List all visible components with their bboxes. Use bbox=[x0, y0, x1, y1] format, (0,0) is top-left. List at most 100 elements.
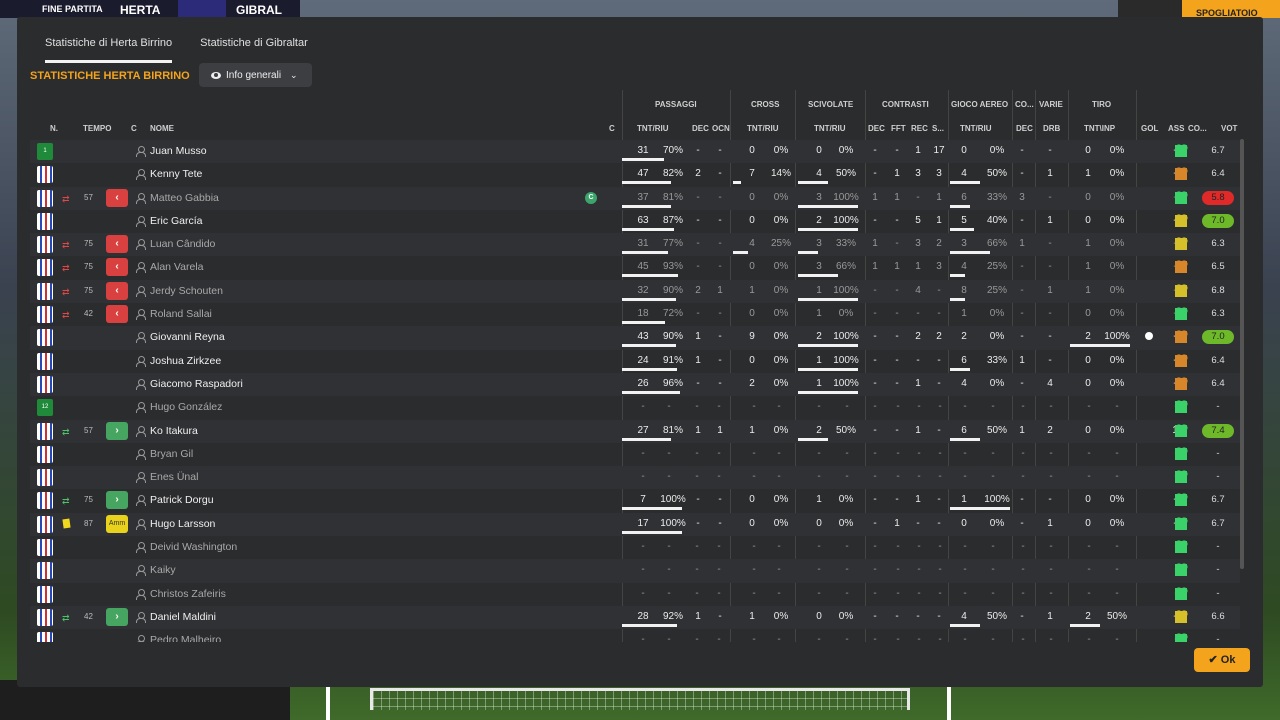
chevron-left-icon[interactable]: ‹ bbox=[106, 235, 128, 254]
tab-away-stats[interactable]: Statistiche di Gibraltar bbox=[200, 37, 308, 63]
player-name[interactable]: Kaiky bbox=[150, 564, 176, 576]
tackle-s: 2 bbox=[936, 331, 942, 343]
table-row[interactable]: Kaiky-------------------- bbox=[30, 559, 1240, 583]
chevron-left-icon[interactable]: ‹ bbox=[106, 188, 128, 207]
sub-minute: 57 bbox=[84, 192, 93, 202]
pass-ocn: - bbox=[718, 168, 722, 180]
chevron-right-icon[interactable]: › bbox=[106, 607, 128, 626]
player-rows: 1Juan Musso3170%--00%00%--11700%--00%-6.… bbox=[30, 140, 1240, 642]
table-row[interactable]: Enes Ünal-------------------- bbox=[30, 466, 1240, 490]
player-name[interactable]: Enes Ünal bbox=[150, 471, 198, 483]
player-name[interactable]: Daniel Maldini bbox=[150, 611, 216, 623]
chevron-left-icon[interactable]: ‹ bbox=[106, 305, 128, 324]
stat-empty: - bbox=[641, 587, 645, 599]
column-header[interactable]: TNT/RIU bbox=[960, 124, 992, 133]
table-row[interactable]: ⇄ 75 ‹ Alan Varela 45 93% - - 0 0% 3 66% 1 1 1 3 4 25% - - 1… bbox=[30, 256, 1240, 279]
match-status: FINE PARTITA bbox=[42, 4, 103, 14]
player-name[interactable]: Giacomo Raspadori bbox=[150, 378, 243, 390]
column-header[interactable]: DRB bbox=[1043, 124, 1060, 133]
column-header[interactable]: ASS bbox=[1168, 124, 1184, 133]
table-row[interactable]: Kenny Tete4782%2-714%450%-133450%-110%-6… bbox=[30, 163, 1240, 186]
table-row[interactable]: ⇄ 42 › Daniel Maldini 28 92% 1 - 1 0% 0 0% - - - - 4 50% -… bbox=[30, 605, 1240, 630]
column-header[interactable]: C bbox=[609, 124, 615, 133]
tab-home-stats[interactable]: Statistiche di Herta Birrino bbox=[45, 37, 173, 63]
top-right-controls[interactable] bbox=[1118, 0, 1182, 18]
stat-percent: 33% bbox=[986, 354, 1007, 366]
stat-empty: - bbox=[667, 587, 671, 599]
player-name[interactable]: Giovanni Reyna bbox=[150, 331, 225, 343]
chevron-left-icon[interactable]: ‹ bbox=[106, 258, 128, 277]
table-row[interactable]: Bryan Gil-------------------- bbox=[30, 443, 1240, 466]
table-row[interactable]: Eric García6387%--00%2100%--51540%-100%-… bbox=[30, 210, 1240, 233]
column-header[interactable]: FFT bbox=[891, 124, 906, 133]
table-row[interactable]: Joshua Zirkzee 24 91% 1 - 0 0% 1 100% - - - - 6 33% 1 - 0… bbox=[30, 350, 1240, 373]
person-icon bbox=[136, 262, 146, 274]
column-header[interactable]: CO... bbox=[1188, 124, 1207, 133]
chevron-right-icon[interactable]: › bbox=[106, 421, 128, 440]
table-row[interactable]: Christos Zafeiris-------------------- bbox=[30, 583, 1240, 606]
column-header[interactable]: DEC bbox=[1016, 124, 1033, 133]
column-header[interactable]: N. bbox=[50, 124, 58, 133]
ok-button[interactable]: ✔ Ok bbox=[1194, 648, 1250, 672]
player-name[interactable]: Eric García bbox=[150, 215, 203, 227]
tackle-rec: 1 bbox=[915, 261, 921, 273]
player-name[interactable]: Alan Varela bbox=[150, 261, 204, 273]
stat-empty: - bbox=[896, 447, 900, 459]
pass-ocn: - bbox=[718, 354, 722, 366]
column-header[interactable]: C bbox=[131, 124, 137, 133]
table-row[interactable]: 1Juan Musso3170%--00%00%--11700%--00%-6.… bbox=[30, 140, 1240, 164]
player-name[interactable]: Ko Itakura bbox=[150, 425, 198, 437]
column-header[interactable]: TNT/RIU bbox=[814, 124, 846, 133]
column-header[interactable]: TNT\INP bbox=[1084, 124, 1115, 133]
column-header[interactable]: NOME bbox=[150, 124, 174, 133]
column-header[interactable]: TNT/RIU bbox=[747, 124, 779, 133]
player-name[interactable]: Bryan Gil bbox=[150, 448, 193, 460]
table-row[interactable]: ⇄ 42 ‹ Roland Sallai 18 72% - - 0 0% 1 0% - - - - 1 0% - - 0… bbox=[30, 303, 1240, 326]
column-header[interactable]: TEMPO bbox=[83, 124, 111, 133]
column-header[interactable]: TNT/RIU bbox=[637, 124, 669, 133]
player-name[interactable]: Christos Zafeiris bbox=[150, 588, 226, 600]
table-row[interactable]: ⇄ 75 › Patrick Dorgu 7 100% - -0 0% 1 0% - -1-1 100% -… bbox=[30, 489, 1240, 512]
table-row[interactable]: Giacomo Raspadori 26 96% - - 2 0% 1 100% - - 1 - 4 0% -… bbox=[30, 372, 1240, 397]
table-row[interactable]: ⇄ 75 ‹ Jerdy Schouten 32 90% 2 1 1 0% 1 100% - - 4 - 8 25… bbox=[30, 279, 1240, 304]
table-row[interactable]: 87 Amm Hugo Larsson 17 100% - -0 0% 0 0% -1- -0 0% -1… bbox=[30, 512, 1240, 537]
column-header[interactable]: DEC bbox=[868, 124, 885, 133]
column-header[interactable]: REC bbox=[911, 124, 928, 133]
player-name[interactable]: Jerdy Schouten bbox=[150, 285, 223, 297]
stat-empty: - bbox=[938, 564, 942, 576]
player-name[interactable]: Hugo Larsson bbox=[150, 518, 215, 530]
column-header[interactable]: VOT bbox=[1221, 124, 1237, 133]
player-name[interactable]: Matteo Gabbia bbox=[150, 192, 219, 204]
player-name[interactable]: Juan Musso bbox=[150, 145, 207, 157]
table-row[interactable]: ⇄ 75 ‹ Luan Cândido 31 77% - - 4 25% 3 33% 1 - 3 2 3 66% 1… bbox=[30, 233, 1240, 257]
dressing-room-button[interactable]: SPOGLIATOIO bbox=[1182, 0, 1280, 18]
column-header[interactable]: DEC bbox=[692, 124, 709, 133]
table-row[interactable]: 12Hugo González-------------------- bbox=[30, 396, 1240, 419]
player-name[interactable]: Kenny Tete bbox=[150, 168, 202, 180]
view-dropdown[interactable]: Info generali ⌄ bbox=[199, 63, 312, 87]
table-row[interactable]: ⇄ 57 ‹ Matteo Gabbia C 37 81% - -0 0% 3 100% 1 1-1 6 33… bbox=[30, 186, 1240, 210]
scrollbar[interactable] bbox=[1240, 139, 1244, 569]
player-name[interactable]: Hugo González bbox=[150, 401, 222, 413]
player-name[interactable]: Pedro Malheiro bbox=[150, 634, 221, 642]
table-row[interactable]: Deivid Washington-------------------- bbox=[30, 536, 1240, 559]
player-name[interactable]: Joshua Zirkzee bbox=[150, 355, 221, 367]
success-bar bbox=[950, 367, 970, 371]
chevron-left-icon[interactable]: ‹ bbox=[106, 281, 128, 300]
column-header[interactable]: GOL bbox=[1141, 124, 1158, 133]
stat-empty: - bbox=[817, 564, 821, 576]
player-name[interactable]: Patrick Dorgu bbox=[150, 494, 214, 506]
player-name[interactable]: Luan Cândido bbox=[150, 238, 215, 250]
player-name[interactable]: Deivid Washington bbox=[150, 541, 237, 553]
pass-dec: - bbox=[696, 238, 700, 250]
column-header[interactable]: S... bbox=[932, 124, 944, 133]
player-name[interactable]: Roland Sallai bbox=[150, 308, 212, 320]
column-header[interactable]: OCN bbox=[712, 124, 730, 133]
stat-percent: 33% bbox=[835, 238, 856, 250]
booked-badge[interactable]: Amm bbox=[106, 514, 128, 533]
table-row[interactable]: ⇄ 57 › Ko Itakura 27 81% 1 1 1 0% 2 50% - - 1 - 6 50% 1 2 0 0… bbox=[30, 419, 1240, 443]
table-row[interactable]: Giovanni Reyna 43 90% 1-9 0% 2 100% - -2 2 2 0% - -2 1… bbox=[30, 326, 1240, 350]
stat-empty: - bbox=[963, 587, 967, 599]
chevron-right-icon[interactable]: › bbox=[106, 491, 128, 510]
table-row[interactable]: Pedro Malheiro-------------------- bbox=[30, 629, 1240, 642]
